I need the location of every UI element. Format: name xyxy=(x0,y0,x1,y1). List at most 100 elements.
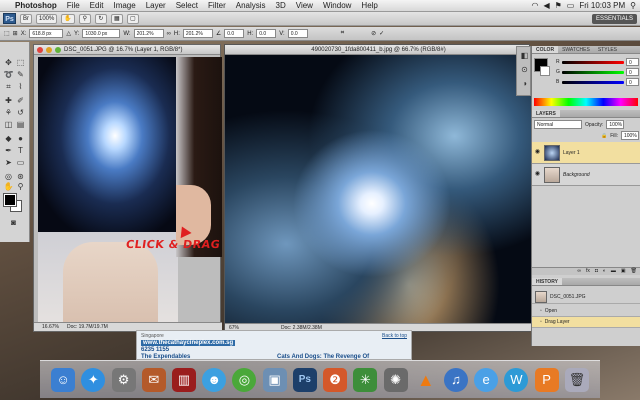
adjustments-panel-icon[interactable]: ⊙ xyxy=(519,65,530,75)
menu-layer[interactable]: Layer xyxy=(141,1,171,10)
layer-row-background[interactable]: ◉ Background xyxy=(532,164,640,186)
menu-select[interactable]: Select xyxy=(171,1,203,10)
eraser-tool-icon[interactable]: ◫ xyxy=(3,120,14,130)
shape-tool-icon[interactable]: ▭ xyxy=(15,158,26,168)
menu-file[interactable]: File xyxy=(62,1,85,10)
zoom-tool-panel-icon[interactable]: ⚲ xyxy=(15,182,26,192)
transform-tool-icon[interactable]: ⬚ xyxy=(4,30,10,37)
menu-analysis[interactable]: Analysis xyxy=(231,1,271,10)
horizontal-skew-field[interactable]: 0.0 xyxy=(256,29,277,38)
pen-tool-icon[interactable]: ✒ xyxy=(3,146,14,156)
system-preferences-icon[interactable]: ⚙ xyxy=(111,367,136,392)
blur-tool-icon[interactable]: ◆ xyxy=(3,134,14,144)
link-layers-icon[interactable]: ∞ xyxy=(577,268,581,275)
opacity-field[interactable]: 100% xyxy=(606,120,625,129)
cinema-site-url[interactable]: www.thecathaycineplex.com.sg xyxy=(141,340,236,346)
tab-layers[interactable]: LAYERS xyxy=(532,110,560,117)
close-window-icon[interactable] xyxy=(37,46,43,53)
warp-mode-icon[interactable]: ⌗ xyxy=(341,30,344,37)
reference-point-icon[interactable]: ⊞ xyxy=(13,30,18,37)
x-position-field[interactable]: 618.8 px xyxy=(29,29,64,38)
eyedropper-tool-icon[interactable]: ⌇ xyxy=(15,82,26,92)
zoom-window-icon[interactable] xyxy=(55,46,61,53)
flag-icon[interactable]: ⚑ xyxy=(555,1,562,10)
screen-mode-icon[interactable]: ▢ xyxy=(126,13,139,24)
new-layer-icon[interactable]: ▣ xyxy=(621,268,626,275)
wordpress-icon[interactable]: W xyxy=(504,367,529,392)
layer-style-icon[interactable]: fx xyxy=(586,268,590,275)
tab-color[interactable]: COLOR xyxy=(532,46,559,53)
menu-window[interactable]: Window xyxy=(318,1,356,10)
type-tool-icon[interactable]: T xyxy=(15,146,26,156)
marquee-tool-icon[interactable]: ⬚ xyxy=(15,58,26,68)
itunes-icon[interactable]: ♫ xyxy=(443,367,468,392)
add-mask-icon[interactable]: ◘ xyxy=(595,268,598,275)
adjustment-layer-icon[interactable]: ◐ xyxy=(603,268,606,275)
green-slider[interactable] xyxy=(562,71,624,74)
layer-row-layer-1[interactable]: ◉ Layer 1 xyxy=(532,142,640,164)
red-slider[interactable] xyxy=(562,61,624,64)
wifi-icon[interactable]: ◠ xyxy=(531,1,538,10)
photo-booth-icon[interactable]: ▥ xyxy=(171,367,196,392)
blend-mode-select[interactable]: Normal xyxy=(534,120,582,129)
fill-field[interactable]: 100% xyxy=(621,131,639,140)
game-icon[interactable]: ◎ xyxy=(232,367,257,392)
delete-layer-icon[interactable]: 🗑 xyxy=(631,268,637,275)
rotate-view-icon[interactable]: ↻ xyxy=(94,13,107,24)
path-selection-tool-icon[interactable]: ➤ xyxy=(3,158,14,168)
height-field[interactable]: 201.2% xyxy=(182,29,213,38)
hand-tool-icon[interactable]: ✋ xyxy=(61,13,75,24)
messenger-icon[interactable]: ☻ xyxy=(202,367,227,392)
red-value-field[interactable]: 0 xyxy=(626,58,639,66)
lasso-tool-icon[interactable]: ➰ xyxy=(3,70,14,80)
pasted-nebula-layer[interactable] xyxy=(38,57,178,232)
3d-orbit-tool-icon[interactable]: ⊛ xyxy=(15,172,26,182)
width-field[interactable]: 201.2% xyxy=(133,29,164,38)
brush-tool-icon[interactable]: ✐ xyxy=(15,96,26,106)
3d-rotate-tool-icon[interactable]: ◎ xyxy=(3,172,14,182)
lock-icon[interactable]: 🔒 xyxy=(601,133,607,139)
background-browser-window[interactable]: Back to top www.thecathaycineplex.com.sg… xyxy=(136,330,412,360)
history-snapshot[interactable]: DSC_0051.JPG xyxy=(532,290,640,304)
commit-transform-icon[interactable]: ✓ xyxy=(379,30,384,37)
foreground-color-swatch[interactable] xyxy=(3,193,17,207)
volume-icon[interactable]: ◀ xyxy=(543,1,549,10)
zoom-level-dropdown[interactable]: 100% xyxy=(36,13,58,24)
menu-view[interactable]: View xyxy=(291,1,318,10)
clone-stamp-tool-icon[interactable]: ⚘ xyxy=(3,108,14,118)
new-group-icon[interactable]: ▬ xyxy=(611,268,616,275)
quick-mask-icon[interactable]: ◙ xyxy=(8,218,19,228)
itunes-gift-icon[interactable]: ✉ xyxy=(141,367,166,392)
trash-icon[interactable]: 🗑 xyxy=(564,367,589,392)
photoshop-icon[interactable]: Ps xyxy=(292,367,317,392)
layer-name[interactable]: Background xyxy=(563,172,590,178)
menu-edit[interactable]: Edit xyxy=(85,1,109,10)
menu-app-name[interactable]: Photoshop xyxy=(10,1,62,10)
y-position-field[interactable]: 1030.0 px xyxy=(82,29,121,38)
menu-3d[interactable]: 3D xyxy=(271,1,291,10)
dodge-tool-icon[interactable]: ● xyxy=(15,134,26,144)
doc1-size-info[interactable]: Doc: 19.7M/19.7M xyxy=(67,324,108,330)
history-item-drag-layer[interactable]: ▫ Drag Layer xyxy=(532,317,640,328)
3d-panel-icon[interactable]: ◧ xyxy=(519,51,530,61)
minimize-window-icon[interactable] xyxy=(46,46,52,53)
link-icon[interactable]: ∞ xyxy=(167,31,171,37)
doc2-canvas-nebula[interactable] xyxy=(225,55,531,325)
bittorrent-icon[interactable]: ❷ xyxy=(323,367,348,392)
preview-icon[interactable]: ▣ xyxy=(262,367,287,392)
vlc-icon[interactable]: ▲ xyxy=(414,368,438,392)
puzzle-icon[interactable]: P xyxy=(534,367,559,392)
vertical-skew-field[interactable]: 0.0 xyxy=(287,29,308,38)
blue-slider[interactable] xyxy=(562,81,624,84)
ie-icon[interactable]: e xyxy=(474,367,499,392)
tab-styles[interactable]: STYLES xyxy=(594,46,621,53)
menu-filter[interactable]: Filter xyxy=(203,1,231,10)
hand-tool-panel-icon[interactable]: ✋ xyxy=(3,182,14,192)
zoom-tool-icon[interactable]: ⚲ xyxy=(78,13,91,24)
clock[interactable]: Fri 10:03 PM xyxy=(579,1,625,10)
healing-brush-tool-icon[interactable]: ✚ xyxy=(3,96,14,106)
history-item-open[interactable]: ▫ Open xyxy=(532,306,640,317)
menu-help[interactable]: Help xyxy=(356,1,382,10)
doc1-canvas[interactable] xyxy=(38,57,178,327)
tab-history[interactable]: HISTORY xyxy=(532,278,562,285)
